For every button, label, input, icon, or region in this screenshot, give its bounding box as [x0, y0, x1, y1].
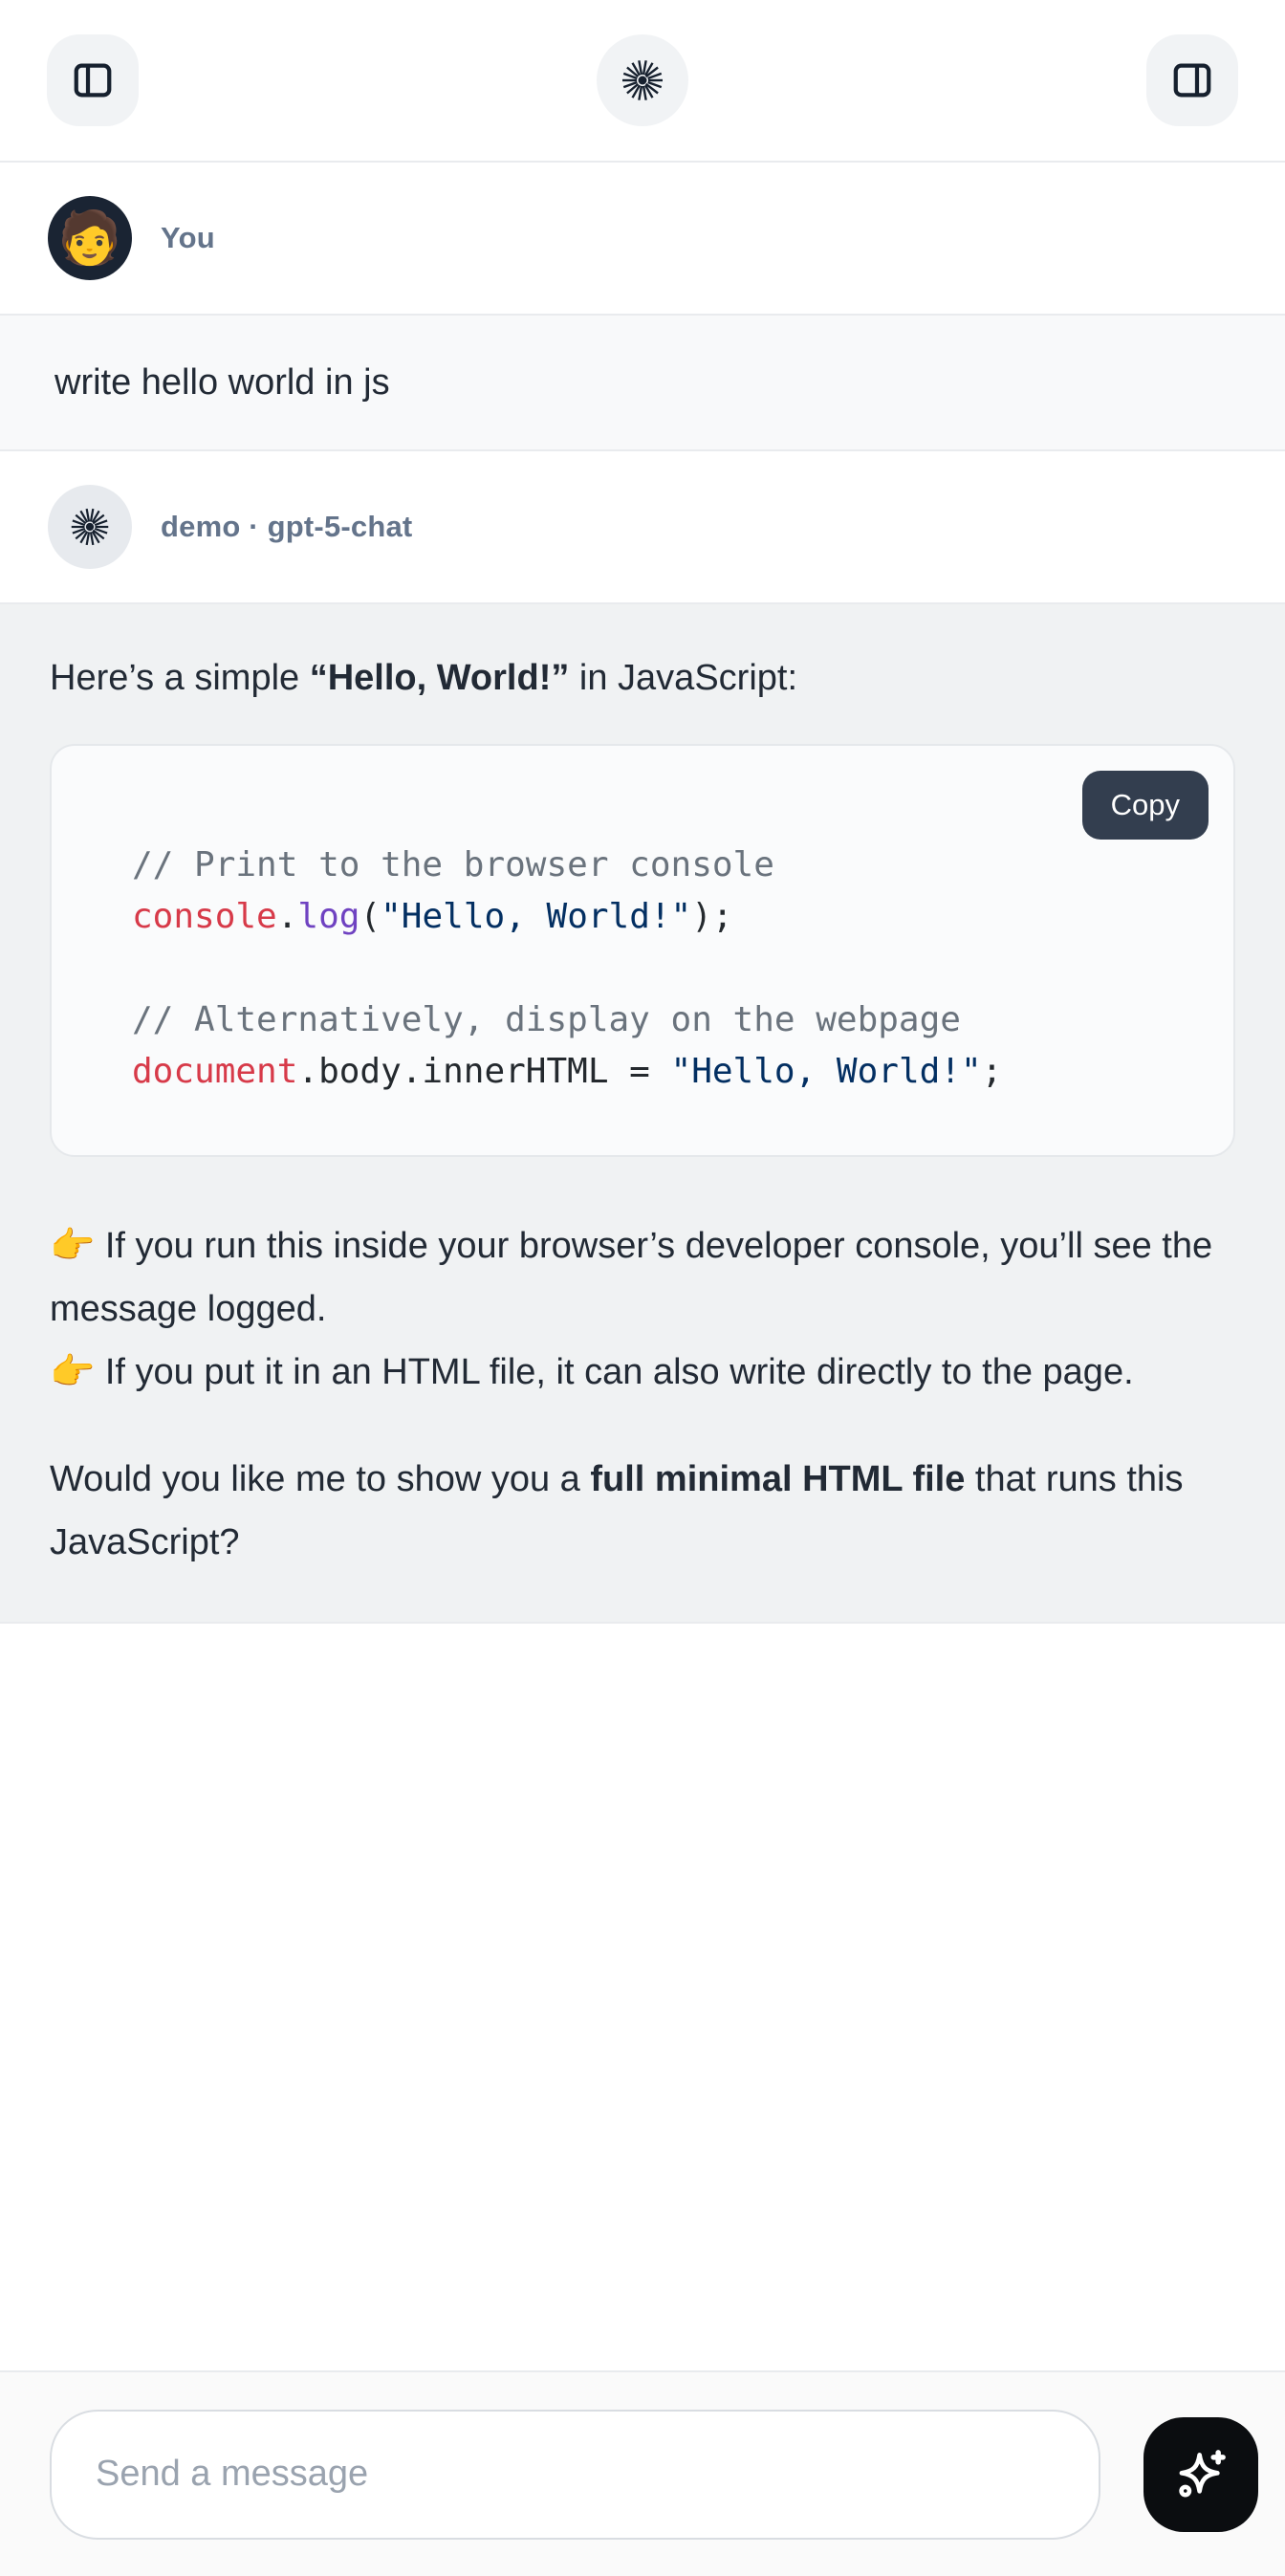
content-spacer — [0, 1624, 1285, 2370]
panel-right-icon — [1170, 58, 1214, 102]
user-avatar-emoji: 🧑 — [57, 212, 121, 264]
sparkle-send-icon — [1169, 2443, 1232, 2506]
composer — [0, 2370, 1285, 2576]
assistant-message-header: demo · gpt-5-chat — [0, 451, 1285, 602]
intro-suffix: in JavaScript: — [569, 658, 797, 698]
message-input[interactable] — [50, 2410, 1100, 2540]
top-bar — [0, 0, 1285, 163]
panel-left-icon — [71, 58, 115, 102]
sender-model-label: demo · gpt-5-chat — [161, 510, 412, 544]
sidebar-toggle-button[interactable] — [47, 34, 139, 126]
assistant-message: Here’s a simple “Hello, World!” in JavaS… — [0, 602, 1285, 1624]
starburst-icon — [620, 57, 665, 103]
user-message: write hello world in js — [0, 314, 1285, 451]
closing-prefix: Would you like me to show you a — [50, 1459, 590, 1499]
sender-you-label: You — [161, 221, 215, 255]
user-message-header: 🧑 You — [0, 163, 1285, 314]
copy-button[interactable]: Copy — [1082, 771, 1209, 840]
pointer-line: 👉 If you run this inside your browser’s … — [50, 1214, 1235, 1341]
send-button[interactable] — [1143, 2417, 1258, 2532]
user-avatar: 🧑 — [48, 196, 132, 280]
user-message-text: write hello world in js — [54, 362, 390, 404]
model-logo-button[interactable] — [597, 34, 688, 126]
pointer-line: 👉 If you put it in an HTML file, it can … — [50, 1341, 1235, 1404]
code-block: Copy // Print to the browser console con… — [50, 744, 1235, 1157]
intro-bold: “Hello, World!” — [310, 658, 570, 698]
closing-paragraph: Would you like me to show you a full min… — [50, 1448, 1235, 1574]
pointers-paragraph: 👉 If you run this inside your browser’s … — [50, 1214, 1235, 1404]
code-content: // Print to the browser console console.… — [132, 845, 1002, 1091]
starburst-icon — [69, 506, 111, 548]
assistant-avatar — [48, 485, 132, 569]
closing-bold: full minimal HTML file — [590, 1459, 965, 1499]
right-panel-toggle-button[interactable] — [1146, 34, 1238, 126]
intro-paragraph: Here’s a simple “Hello, World!” in JavaS… — [50, 646, 1235, 709]
intro-prefix: Here’s a simple — [50, 658, 310, 698]
